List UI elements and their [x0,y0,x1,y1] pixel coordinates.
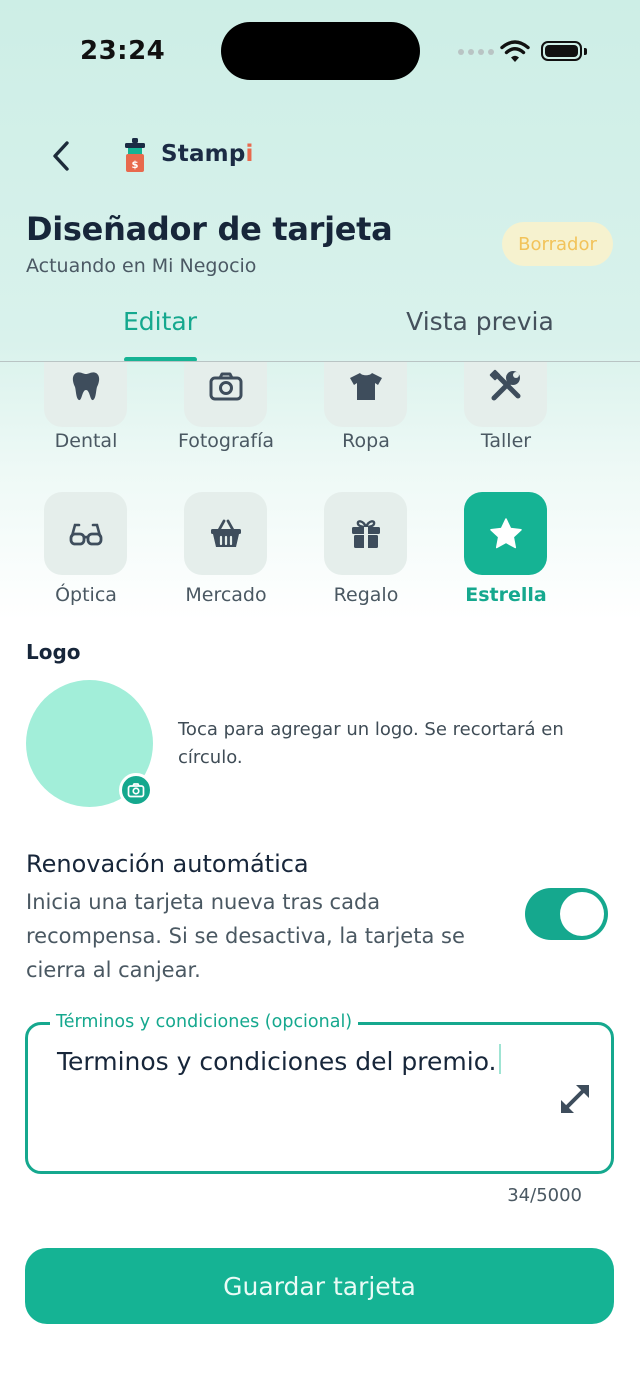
star-icon [489,517,522,548]
glasses-icon [69,523,102,545]
category-label: Ropa [342,430,390,452]
category-label: Óptica [55,584,117,606]
svg-text:$: $ [132,160,139,171]
category-label: Fotografía [177,430,275,452]
basket-icon [210,519,241,547]
wifi-icon [500,40,530,62]
page-subtitle: Actuando en Mi Negocio [26,255,257,277]
toggle-knob [560,892,604,936]
category-tile[interactable] [464,362,547,427]
category-tile[interactable] [184,362,267,427]
signal-icon [458,49,494,55]
logo-camera-badge[interactable] [119,773,153,807]
camera-icon [209,372,242,400]
category-tile[interactable] [184,492,267,575]
save-card-button[interactable]: Guardar tarjeta [25,1248,614,1324]
category-label: Mercado [185,584,267,606]
category-tile[interactable] [324,492,407,575]
category-label: Dental [54,430,118,452]
renewal-description: Inicia una tarjeta nueva tras cada recom… [26,890,465,982]
tab-editar[interactable]: Editar [0,307,320,336]
renewal-toggle[interactable] [525,888,608,940]
renewal-title: Renovación automática [26,850,309,878]
status-time: 23:24 [80,36,166,66]
text-caret [498,1044,501,1074]
category-label: Regalo [333,584,399,606]
logo-hint: Toca para agregar un logo. Se recortará … [178,719,564,768]
category-tile[interactable] [44,362,127,427]
tab-vista-previa[interactable]: Vista previa [320,307,640,336]
expand-icon[interactable] [556,1080,594,1118]
tooth-icon [72,371,99,400]
gift-icon [351,519,380,548]
back-chevron-icon[interactable] [44,138,80,174]
camera-icon [127,783,145,798]
category-label: Taller [480,430,532,452]
category-grid: Dental Fotografía Ropa Taller Óptica Mer… [0,362,640,622]
category-tile[interactable] [464,492,547,575]
char-counter: 34/5000 [507,1185,582,1206]
category-label: Estrella [465,584,547,606]
logo-section-title: Logo [26,640,81,664]
category-tile[interactable] [44,492,127,575]
dynamic-island [221,22,420,80]
stampi-logo-icon: $ [125,138,145,172]
shirt-icon [349,372,382,400]
category-tile[interactable] [324,362,407,427]
tools-icon [489,369,520,400]
status-icons [458,38,588,66]
terms-label: Términos y condiciones (opcional) [50,1012,359,1032]
battery-icon [541,41,582,61]
page-title: Diseñador de tarjeta [26,210,393,248]
brand-name: Stampi [161,141,254,167]
status-badge: Borrador [502,222,613,266]
terms-value[interactable]: Terminos y condiciones del premio. [57,1044,501,1076]
battery-tip [584,48,587,55]
